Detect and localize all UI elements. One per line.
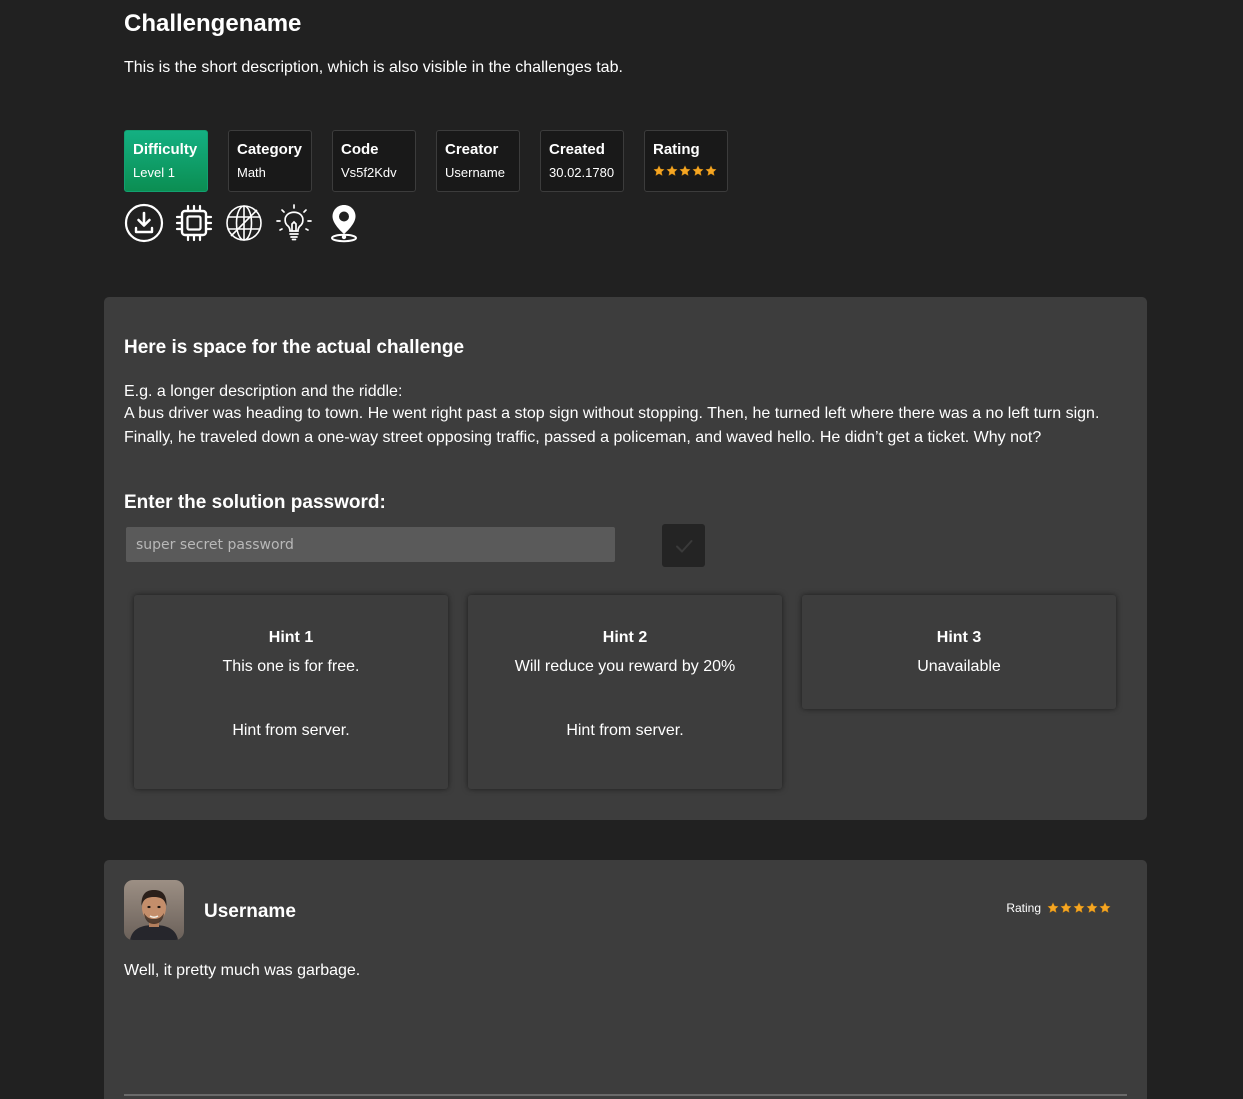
rating-label: Rating: [653, 141, 700, 158]
hint-card-3[interactable]: Hint 3 Unavailable: [802, 595, 1116, 709]
challenge-title: Challengename: [124, 10, 302, 37]
comment-rating: Rating: [1006, 901, 1111, 915]
code-value: Vs5f2Kdv: [341, 165, 397, 180]
rating-card: Rating: [644, 130, 728, 192]
category-value: Math: [237, 165, 266, 180]
cpu-chip-icon[interactable]: [174, 203, 214, 243]
hint-title: Hint 3: [936, 629, 982, 646]
comment-rating-stars: [1047, 902, 1111, 914]
star-icon: [1099, 902, 1111, 913]
solution-password-input[interactable]: [126, 527, 615, 562]
challenge-tool-icons: [124, 203, 364, 243]
created-card: Created 30.02.1780: [540, 130, 624, 192]
hint-title: Hint 2: [602, 629, 648, 646]
star-icon: [666, 165, 678, 176]
difficulty-value: Level 1: [133, 165, 175, 180]
star-icon: [1086, 902, 1098, 913]
short-description: This is the short description, which is …: [124, 59, 623, 76]
hint-title: Hint 1: [268, 629, 314, 646]
hint-card-1[interactable]: Hint 1 This one is for free. Hint from s…: [134, 595, 448, 789]
created-value: 30.02.1780: [549, 165, 615, 180]
star-icon: [679, 165, 691, 176]
creator-label: Creator: [445, 141, 499, 158]
checkmark-icon: [675, 539, 692, 552]
creator-value: Username: [445, 165, 505, 180]
challenge-heading: Here is space for the actual challenge: [124, 337, 465, 358]
star-icon: [692, 165, 704, 176]
lightbulb-icon[interactable]: [274, 203, 314, 243]
comment-username: Username: [204, 901, 296, 922]
category-card: Category Math: [228, 130, 312, 192]
hint-content: Hint from server.: [566, 722, 684, 739]
download-icon[interactable]: [124, 203, 164, 243]
star-icon: [705, 165, 717, 176]
avatar[interactable]: [124, 880, 184, 940]
comment-rating-label: Rating: [1006, 901, 1041, 915]
hint-description: Will reduce you reward by 20%: [514, 658, 736, 675]
map-pin-icon[interactable]: [324, 203, 364, 243]
comment-text: Well, it pretty much was garbage.: [124, 962, 361, 979]
star-icon: [653, 165, 665, 176]
category-label: Category: [237, 141, 303, 158]
difficulty-card: Difficulty Level 1: [124, 130, 208, 192]
submit-solution-button[interactable]: [662, 524, 705, 567]
hint-description: This one is for free.: [222, 658, 360, 675]
code-label: Code: [341, 141, 379, 158]
created-label: Created: [549, 141, 605, 158]
rating-stars: [653, 165, 717, 177]
solution-label: Enter the solution password:: [124, 492, 386, 513]
hint-content: Hint from server.: [232, 722, 350, 739]
hint-card-2[interactable]: Hint 2 Will reduce you reward by 20% Hin…: [468, 595, 782, 789]
challenge-panel: Here is space for the actual challenge E…: [104, 297, 1147, 820]
code-card: Code Vs5f2Kdv: [332, 130, 416, 192]
difficulty-label: Difficulty: [133, 141, 198, 158]
star-icon: [1060, 902, 1072, 913]
star-icon: [1047, 902, 1059, 913]
divider: [124, 1094, 1127, 1096]
challenge-page: Challengename This is the short descript…: [0, 0, 1243, 1099]
creator-card: Creator Username: [436, 130, 520, 192]
hint-description: Unavailable: [917, 658, 1001, 675]
globe-icon[interactable]: [224, 203, 264, 243]
comment-panel: Username Rating Well, it pretty much was…: [104, 860, 1147, 1099]
challenge-info-row: Difficulty Level 1 Category Math Code Vs…: [124, 130, 728, 192]
riddle-intro: E.g. a longer description and the riddle…: [124, 383, 403, 400]
riddle-text: A bus driver was heading to town. He wen…: [124, 405, 1100, 446]
star-icon: [1073, 902, 1085, 913]
